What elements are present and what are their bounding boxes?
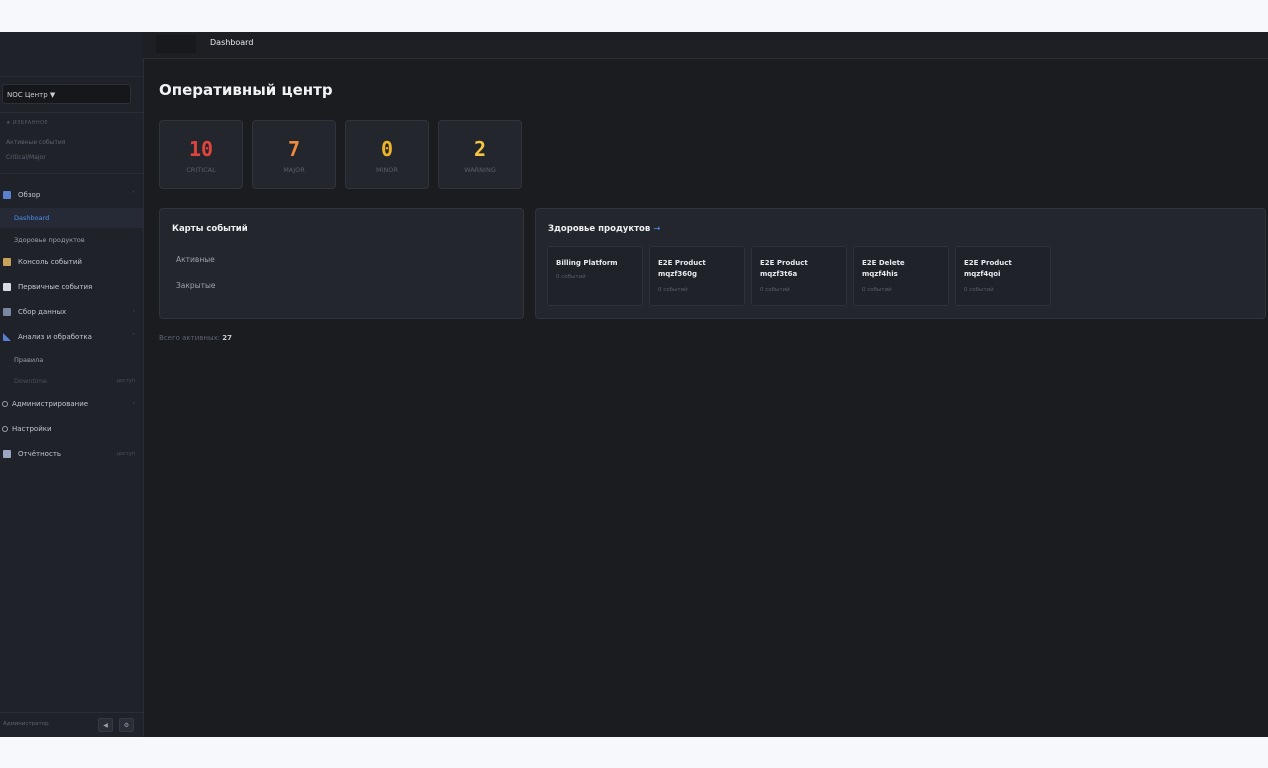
sidebar-item-event-console[interactable]: Консоль событий [0, 252, 143, 272]
sidebar-item-product-health[interactable]: Здоровье продуктов [0, 230, 143, 250]
chevron-right-icon: › [132, 308, 135, 315]
arrow-right-icon: → [653, 224, 661, 234]
sidebar-item-reporting[interactable]: Отчётность доступ [0, 444, 143, 464]
product-card[interactable]: E2E Product mqzf4qoi 0 событий [955, 246, 1051, 306]
total-label: Всего активных: [159, 334, 221, 342]
sidebar-item-label: Downtime [14, 377, 48, 385]
sidebar-item-analysis[interactable]: Анализ и обработка ˄ [0, 327, 143, 347]
sidebar-item-overview[interactable]: Обзор ˄ [0, 185, 143, 205]
chart-icon [3, 191, 11, 199]
stat-card-warning[interactable]: 2 WARNING [438, 120, 522, 189]
sidebar-item-label: Анализ и обработка [18, 333, 92, 341]
chevron-up-icon: ˄ [132, 191, 135, 198]
product-event-count: 0 событий [964, 287, 994, 293]
stat-value: 10 [188, 137, 214, 161]
circle-icon [2, 426, 8, 432]
sidebar: NOC Центр ▼ ★ ИЗБРАННОЕ Активные события… [0, 32, 144, 737]
product-event-count: 0 событий [658, 287, 688, 293]
stat-label: WARNING [464, 166, 496, 174]
sidebar-footer: Администратор ◀ ⚙ [0, 712, 143, 737]
stat-label: MINOR [375, 166, 399, 174]
page-title: Оперативный центр [159, 81, 333, 99]
console-icon [3, 258, 11, 266]
chevron-right-icon: › [132, 400, 135, 407]
sidebar-item-settings[interactable]: Настройки [0, 419, 143, 439]
chevron-up-icon: ˄ [132, 333, 135, 340]
stat-value: 0 [380, 137, 394, 161]
divider [0, 173, 143, 174]
product-card[interactable]: Billing Platform 0 событий [547, 246, 643, 306]
event-map-active[interactable]: Активные [176, 255, 215, 264]
stat-card-major[interactable]: 7 MAJOR [252, 120, 336, 189]
sidebar-item-label: Здоровье продуктов [14, 236, 85, 244]
product-name: E2E Product mqzf4qoi [964, 259, 1012, 278]
product-event-count: 0 событий [862, 287, 892, 293]
product-card[interactable]: E2E Product mqzf360g 0 событий [649, 246, 745, 306]
sidebar-item-label: Настройки [12, 425, 52, 433]
stat-card-critical[interactable]: 10 CRITICAL [159, 120, 243, 189]
circle-icon [2, 401, 8, 407]
sidebar-item-primary-events[interactable]: Первичные события [0, 277, 143, 297]
sidebar-item-data-collection[interactable]: Сбор данных › [0, 302, 143, 322]
database-icon [3, 308, 11, 316]
favorite-critical-major[interactable]: Critical/Major [6, 154, 46, 161]
favorite-active-events[interactable]: Активные события [6, 139, 65, 146]
access-badge: доступ [116, 451, 135, 457]
product-event-count: 0 событий [760, 287, 790, 293]
sidebar-item-rules[interactable]: Правила [0, 350, 143, 370]
sidebar-item-label: Dashboard [14, 214, 50, 222]
panel-title-text: Здоровье продуктов [548, 224, 651, 234]
app-window: NOC Центр ▼ ★ ИЗБРАННОЕ Активные события… [0, 32, 1268, 737]
divider [0, 112, 143, 113]
sidebar-item-label: Консоль событий [18, 258, 82, 266]
report-icon [3, 450, 11, 458]
sidebar-item-label: Отчётность [18, 450, 62, 458]
event-maps-panel: Карты событий Активные Закрытые [159, 208, 524, 319]
collapse-sidebar-button[interactable]: ◀ [98, 718, 113, 732]
product-name: E2E Delete mqzf4his [862, 259, 905, 278]
sidebar-item-label: Обзор [18, 191, 41, 199]
total-value: 27 [222, 334, 233, 342]
product-name: E2E Product mqzf360g [658, 259, 706, 278]
stat-card-minor[interactable]: 0 MINOR [345, 120, 429, 189]
document-icon [3, 283, 11, 291]
sidebar-item-label: Администрирование [12, 400, 89, 408]
stat-label: MAJOR [283, 166, 305, 174]
top-bar: Dashboard [143, 32, 1268, 59]
sidebar-item-dashboard[interactable]: Dashboard [0, 208, 143, 228]
sidebar-item-administration[interactable]: Администрирование › [0, 394, 143, 414]
stat-value: 2 [473, 137, 487, 161]
panel-title[interactable]: Здоровье продуктов → [548, 224, 660, 234]
access-badge: доступ [116, 378, 135, 384]
product-health-panel: Здоровье продуктов → Billing Platform 0 … [535, 208, 1266, 319]
product-card[interactable]: E2E Product mqzf3t6a 0 событий [751, 246, 847, 306]
favorites-label: ★ ИЗБРАННОЕ [6, 120, 48, 126]
stat-label: CRITICAL [186, 166, 216, 174]
user-name: Администратор [3, 721, 49, 727]
analysis-icon [3, 333, 11, 341]
org-select[interactable]: NOC Центр ▼ [2, 84, 131, 104]
sidebar-item-label: Сбор данных [18, 308, 67, 316]
gear-icon[interactable]: ⚙ [119, 718, 134, 732]
product-card[interactable]: E2E Delete mqzf4his 0 событий [853, 246, 949, 306]
product-event-count: 0 событий [556, 274, 586, 280]
sidebar-logo-area [0, 32, 143, 77]
sidebar-item-downtime[interactable]: Downtime доступ [0, 371, 143, 391]
sidebar-item-label: Правила [14, 356, 44, 364]
product-name: Billing Platform [556, 259, 618, 267]
logo-placeholder [156, 35, 196, 53]
panel-title: Карты событий [172, 224, 248, 234]
product-name: E2E Product mqzf3t6a [760, 259, 808, 278]
sidebar-item-label: Первичные события [18, 283, 93, 291]
breadcrumb[interactable]: Dashboard [210, 38, 253, 47]
total-active: Всего активных: 27 [159, 334, 232, 342]
stat-value: 7 [287, 137, 301, 161]
event-map-closed[interactable]: Закрытые [176, 281, 216, 290]
